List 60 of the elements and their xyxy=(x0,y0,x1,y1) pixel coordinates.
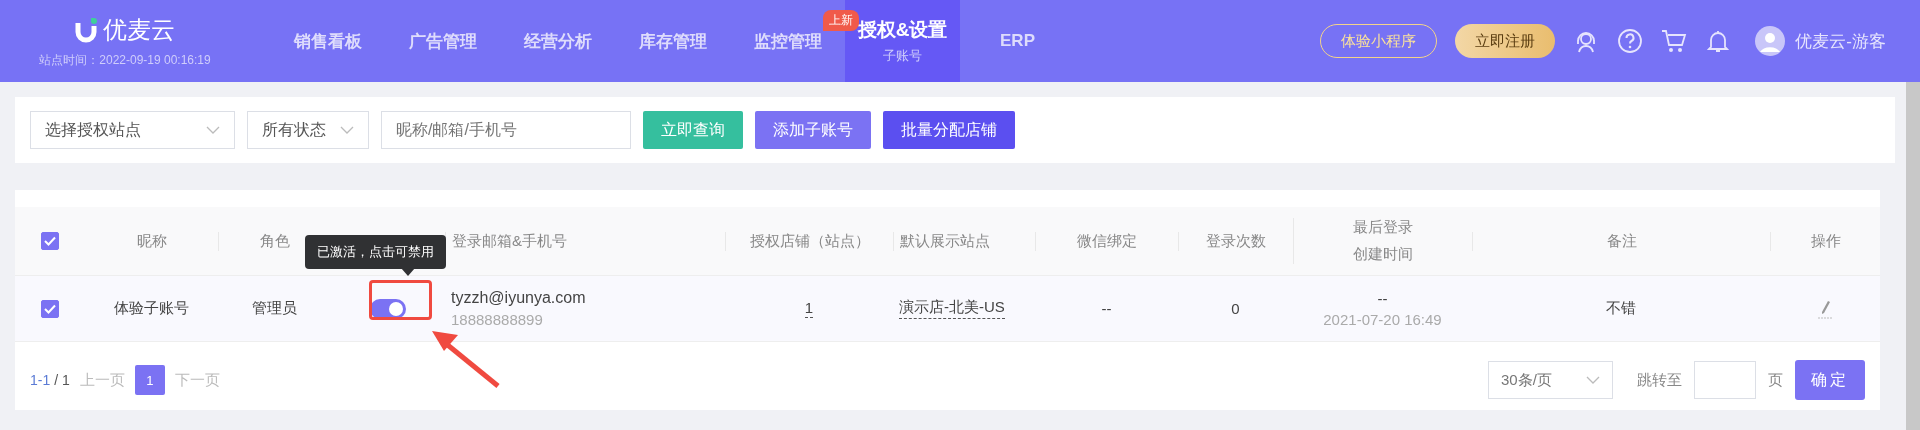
site-select[interactable]: 选择授权站点 xyxy=(30,111,235,149)
column-header: 角色 xyxy=(259,231,290,251)
nav-tab[interactable]: 销售看板 xyxy=(270,0,385,82)
annotation-arrow xyxy=(430,328,500,388)
row-checkbox[interactable] xyxy=(41,299,59,318)
new-badge: 上新 xyxy=(823,10,859,31)
column-header: 登录邮箱&手机号 xyxy=(452,231,567,251)
email-text: tyzzh@iyunya.com xyxy=(451,289,586,307)
nav-tab[interactable]: ERP xyxy=(960,0,1075,82)
highlight-frame xyxy=(369,280,432,320)
page-button[interactable]: 1 xyxy=(134,365,165,395)
nav-tab[interactable]: 经营分析 xyxy=(500,0,615,82)
bell-icon[interactable] xyxy=(1705,28,1732,54)
site-time: 站点时间：2022-09-19 00:16:19 xyxy=(39,51,211,69)
column-header: 最后登录 xyxy=(1353,218,1413,237)
search-field[interactable]: 昵称/邮箱/手机号 xyxy=(381,111,631,149)
select-all-checkbox[interactable] xyxy=(41,232,59,250)
column-header: 微信绑定 xyxy=(1077,231,1137,251)
nav-tab[interactable]: 广告管理 xyxy=(385,0,500,82)
cart-icon[interactable] xyxy=(1661,28,1688,54)
tooltip: 已激活，点击可禁用 xyxy=(305,235,446,269)
page-input[interactable] xyxy=(1694,361,1756,399)
page-total: / 1 xyxy=(54,372,70,388)
page-range: 1-1 xyxy=(30,372,51,388)
nav-tab[interactable]: 库存管理 xyxy=(615,0,730,82)
column-header: 备注 xyxy=(1606,231,1637,251)
chevron-down-icon xyxy=(340,126,354,134)
jump-label: 跳转至 xyxy=(1637,370,1682,390)
column-header: 登录次数 xyxy=(1206,231,1266,251)
assign-stores-button[interactable]: 批量分配店铺 xyxy=(883,111,1015,149)
table-cell: 不错 xyxy=(1606,299,1636,318)
column-header: 昵称 xyxy=(136,231,167,251)
query-button[interactable]: 立即查询 xyxy=(643,111,743,149)
avatar-icon[interactable] xyxy=(1755,26,1786,56)
table-cell: 管理员 xyxy=(251,299,297,318)
column-header: 授权店铺（站点） xyxy=(749,231,870,251)
chevron-down-icon xyxy=(206,126,220,134)
page-unit: 页 xyxy=(1768,370,1783,390)
table-cell: -- xyxy=(1101,300,1112,317)
user-name[interactable]: 优麦云-游客 xyxy=(1795,29,1886,53)
column-header: 默认展示站点 xyxy=(900,231,990,251)
column-header: 操作 xyxy=(1810,231,1841,251)
page-size-select[interactable]: 30条/页 xyxy=(1488,361,1613,399)
confirm-button[interactable]: 确定 xyxy=(1795,360,1865,400)
column-header: 创建时间 xyxy=(1353,245,1413,264)
logo-icon xyxy=(75,16,97,43)
table-cell: 0 xyxy=(1231,300,1240,317)
help-icon[interactable] xyxy=(1617,28,1644,54)
brand-name: 优麦云 xyxy=(103,14,175,45)
tooltip-pointer xyxy=(401,268,415,276)
table-cell: 体验子账号 xyxy=(114,299,189,318)
store-count-link[interactable]: 1 xyxy=(804,299,814,318)
status-select[interactable]: 所有状态 xyxy=(247,111,369,149)
chevron-down-icon xyxy=(1586,376,1600,384)
register-button[interactable]: 立即注册 xyxy=(1455,24,1556,58)
phone-text: 18888888899 xyxy=(451,311,543,328)
add-account-button[interactable]: 添加子账号 xyxy=(755,111,871,149)
created-time-text: 2021-07-20 16:49 xyxy=(1323,310,1442,328)
nav-subtitle: 子账号 xyxy=(883,47,922,65)
last-login-text: -- xyxy=(1377,289,1388,307)
